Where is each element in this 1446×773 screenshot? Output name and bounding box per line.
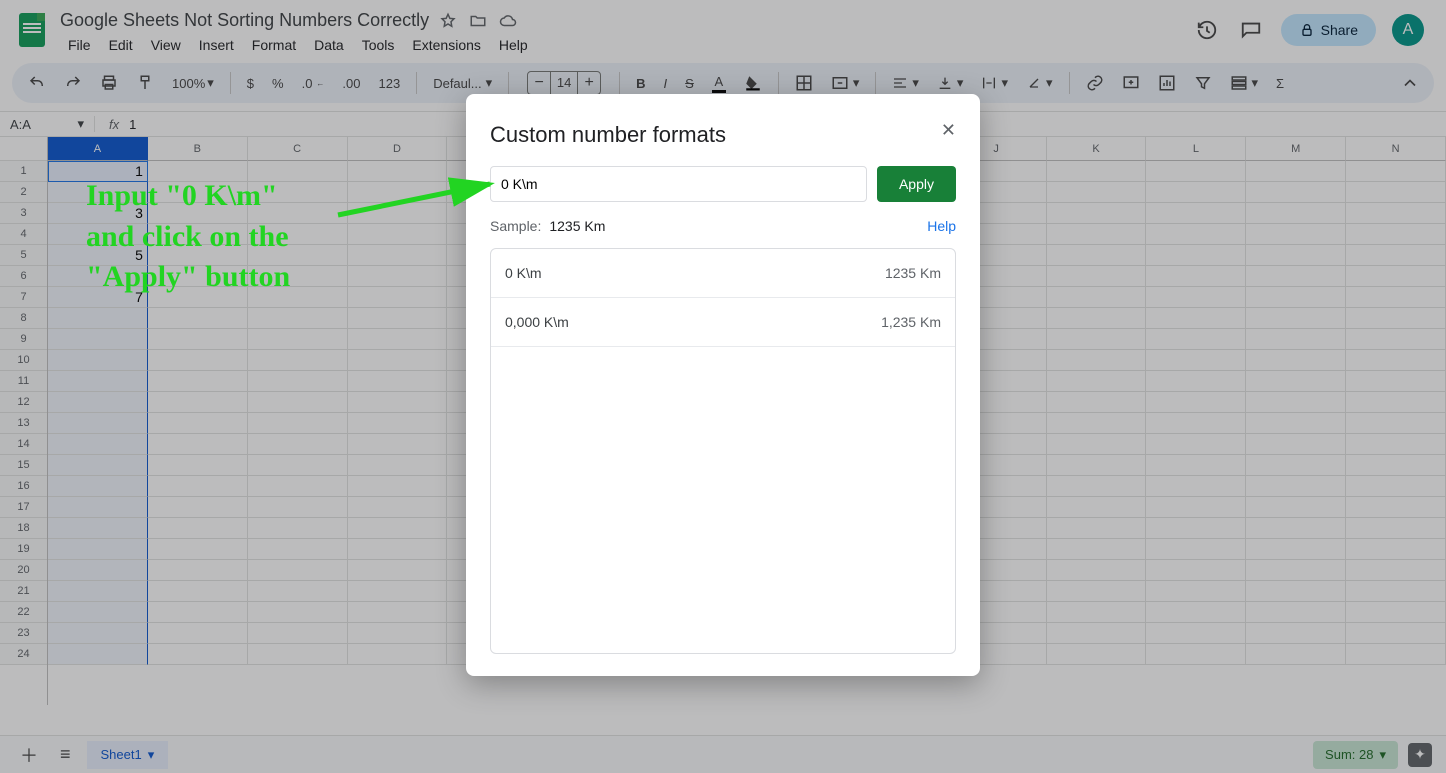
close-icon[interactable]: ✕ — [935, 114, 962, 147]
format-input[interactable] — [490, 166, 867, 202]
custom-number-formats-dialog: Custom number formats ✕ Apply Sample: 12… — [466, 94, 980, 676]
help-link[interactable]: Help — [927, 218, 956, 234]
format-suggestion-list: 0 K\m 1235 Km 0,000 K\m 1,235 Km — [490, 248, 956, 654]
format-suggestion-item[interactable]: 0 K\m 1235 Km — [491, 249, 955, 298]
apply-button[interactable]: Apply — [877, 166, 956, 202]
dialog-title: Custom number formats — [490, 122, 956, 148]
sample-label: Sample: — [490, 218, 541, 234]
format-suggestion-item[interactable]: 0,000 K\m 1,235 Km — [491, 298, 955, 347]
sample-value: 1235 Km — [549, 218, 605, 234]
